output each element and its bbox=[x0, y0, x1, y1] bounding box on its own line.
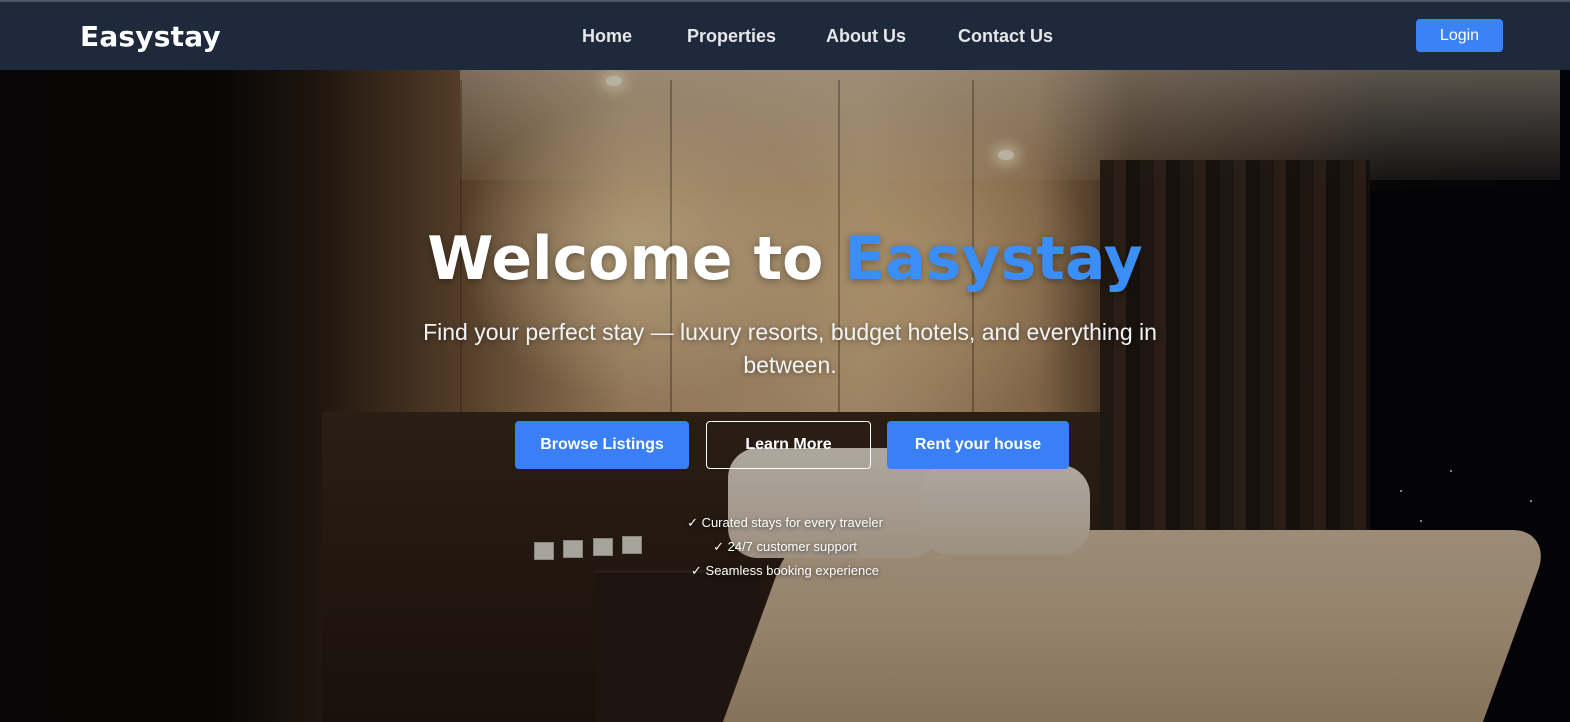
hero-subtitle: Find your perfect stay — luxury resorts,… bbox=[423, 319, 1157, 378]
login-button[interactable]: Login bbox=[1416, 19, 1503, 52]
feature-list: ✓ Curated stays for every traveler ✓ 24/… bbox=[0, 511, 1570, 583]
nav-link-about-us[interactable]: About Us bbox=[826, 26, 906, 47]
hero-content: Welcome to Easystay Find your perfect st… bbox=[0, 70, 1570, 722]
hero-title: Welcome to Easystay bbox=[0, 224, 1570, 294]
hero-title-accent: Easystay bbox=[844, 224, 1143, 294]
top-navbar: Easystay Home Properties About Us Contac… bbox=[0, 0, 1570, 70]
hero-title-prefix: Welcome to bbox=[427, 224, 845, 294]
feature-item: ✓ 24/7 customer support bbox=[713, 539, 857, 554]
learn-more-button[interactable]: Learn More bbox=[706, 421, 871, 469]
nav-link-contact-us[interactable]: Contact Us bbox=[958, 26, 1053, 47]
hero-section: Welcome to Easystay Find your perfect st… bbox=[0, 70, 1570, 722]
main-nav: Home Properties About Us Contact Us bbox=[0, 2, 1570, 70]
nav-link-home[interactable]: Home bbox=[582, 26, 632, 47]
feature-item: ✓ Seamless booking experience bbox=[691, 563, 879, 578]
nav-link-properties[interactable]: Properties bbox=[687, 26, 776, 47]
browse-listings-button[interactable]: Browse Listings bbox=[515, 421, 689, 469]
feature-item: ✓ Curated stays for every traveler bbox=[687, 515, 883, 530]
rent-your-house-button[interactable]: Rent your house bbox=[887, 421, 1069, 469]
